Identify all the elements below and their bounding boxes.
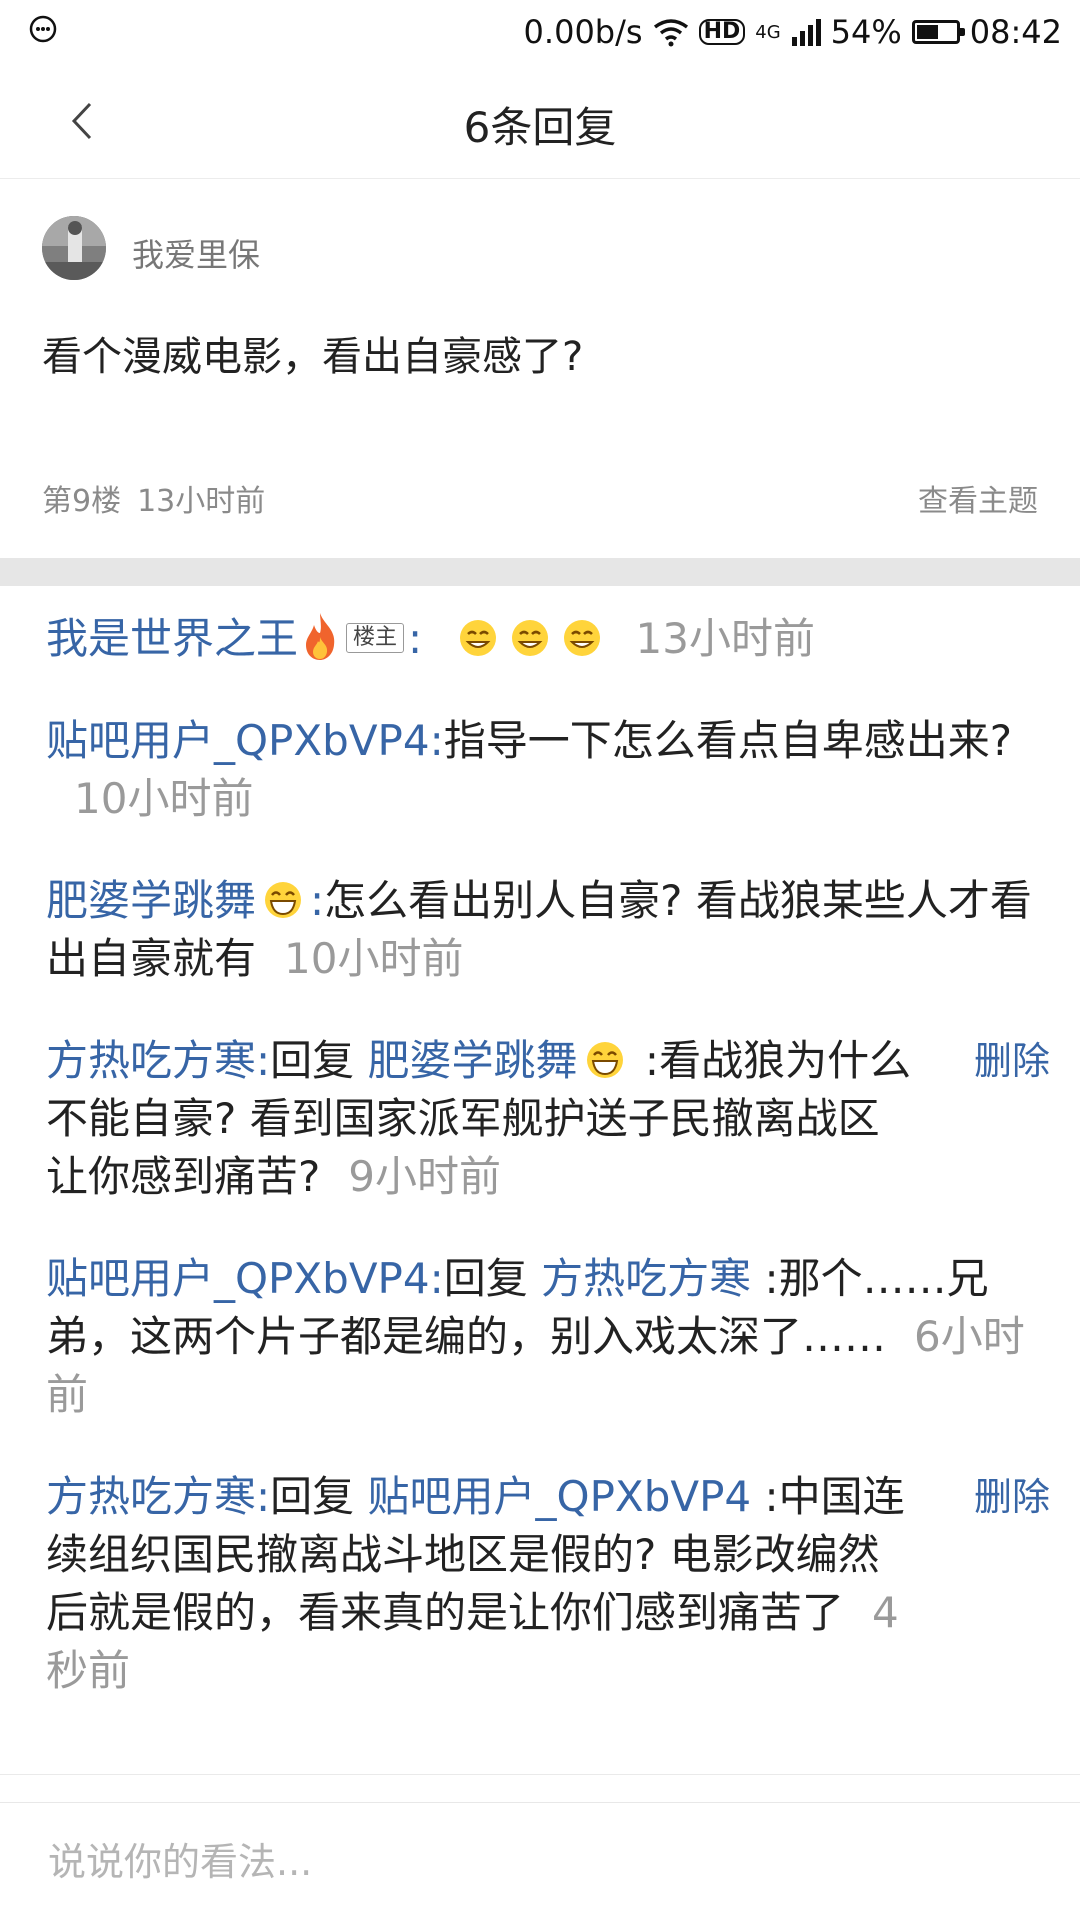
reply-item: 我是世界之王 楼主: 13小时前: [46, 610, 1036, 668]
reply-author[interactable]: 方热吃方寒: [46, 1036, 256, 1085]
delete-button[interactable]: 删除: [974, 1468, 1050, 1526]
avatar[interactable]: [42, 216, 106, 280]
reply-colon: :: [256, 1472, 271, 1521]
post-text: 看个漫威电影，看出自豪感了?: [42, 334, 584, 380]
reply-item: 贴吧用户_QPXbVP4:指导一下怎么看点自卑感出来? 10小时前: [46, 712, 1036, 828]
comment-input[interactable]: [46, 1831, 1030, 1893]
post-time: 13小时前: [137, 484, 266, 519]
reply-time: 9小时前: [348, 1152, 502, 1201]
reply-item: 方热吃方寒:回复 肥婆学跳舞 :看战狼为什么不能自豪? 看到国家派军舰护送子民撤…: [46, 1032, 1050, 1206]
signal-icon: [791, 19, 821, 46]
reply-colon: :: [310, 876, 325, 925]
network-speed: 0.00b/s: [523, 13, 643, 51]
reply-to-user[interactable]: 贴吧用户_QPXbVP4: [368, 1472, 752, 1521]
reply-text: 指导一下怎么看点自卑感出来?: [443, 716, 1013, 765]
section-divider: [0, 558, 1080, 586]
reply-time: 13小时前: [635, 614, 815, 663]
smile-emoji-icon: [563, 619, 600, 656]
reply-author[interactable]: 贴吧用户_QPXbVP4: [46, 716, 430, 765]
reply-to-user[interactable]: 方热吃方寒: [541, 1254, 751, 1303]
reply-colon: :: [429, 1254, 444, 1303]
delete-button[interactable]: 删除: [974, 1032, 1050, 1090]
reply-colon: :: [256, 1036, 271, 1085]
reply-to-user[interactable]: 肥婆学跳舞: [368, 1036, 578, 1085]
network-type: 4G: [755, 21, 781, 43]
floor-number: 第9楼: [42, 484, 122, 519]
reply-colon: :: [429, 716, 444, 765]
view-topic-link[interactable]: 查看主题: [918, 476, 1038, 520]
battery-percent: 54%: [830, 13, 902, 51]
reply-author[interactable]: 方热吃方寒: [46, 1472, 256, 1521]
main-post: 我爱里保 看个漫威电影，看出自豪感了? 第9楼 13小时前 查看主题: [0, 178, 1080, 558]
op-badge: 楼主: [346, 622, 405, 653]
reply-item: 贴吧用户_QPXbVP4:回复 方热吃方寒 :那个……兄弟，这两个片子都是编的，…: [46, 1250, 1036, 1424]
list-end-divider: [0, 1774, 1080, 1775]
reply-list: 我是世界之王 楼主: 13小时前 贴吧用户_QPXbVP4:指导一下怎么看点自卑…: [46, 610, 1050, 1744]
reply-item: 方热吃方寒:回复 贴吧用户_QPXbVP4 :中国连续组织国民撤离战斗地区是假的…: [46, 1468, 1050, 1700]
reply-author[interactable]: 肥婆学跳舞: [46, 876, 256, 925]
reply-author[interactable]: 贴吧用户_QPXbVP4: [46, 1254, 430, 1303]
page-title: 6条回复: [463, 103, 617, 152]
reply-time: 10小时前: [284, 934, 464, 983]
comment-input-bar: [0, 1802, 1080, 1921]
reply-word: 回复: [443, 1254, 528, 1303]
laugh-emoji-icon: [586, 1041, 623, 1078]
status-bar: 0.00b/s HD 4G 54% 08:42: [0, 0, 1080, 64]
post-username[interactable]: 我爱里保: [132, 230, 260, 276]
reply-time: 10小时前: [74, 774, 254, 823]
battery-icon: [911, 20, 965, 44]
hd-icon: HD: [698, 19, 746, 45]
clock: 08:42: [969, 13, 1062, 51]
post-meta: 第9楼 13小时前: [42, 476, 265, 520]
notification-dots-icon: [29, 15, 57, 43]
reply-item: 肥婆学跳舞 :怎么看出别人自豪? 看战狼某些人才看出自豪就有 10小时前: [46, 872, 1036, 988]
smile-emoji-icon: [511, 619, 548, 656]
wifi-icon: [653, 19, 688, 47]
reply-word: 回复: [270, 1472, 355, 1521]
fire-icon: [306, 612, 335, 660]
reply-word: 回复: [270, 1036, 355, 1085]
reply-colon: :: [408, 614, 423, 663]
smile-emoji-icon: [459, 619, 496, 656]
laugh-emoji-icon: [265, 881, 302, 918]
reply-author[interactable]: 我是世界之王: [46, 614, 298, 663]
title-bar: 6条回复: [0, 64, 1080, 179]
